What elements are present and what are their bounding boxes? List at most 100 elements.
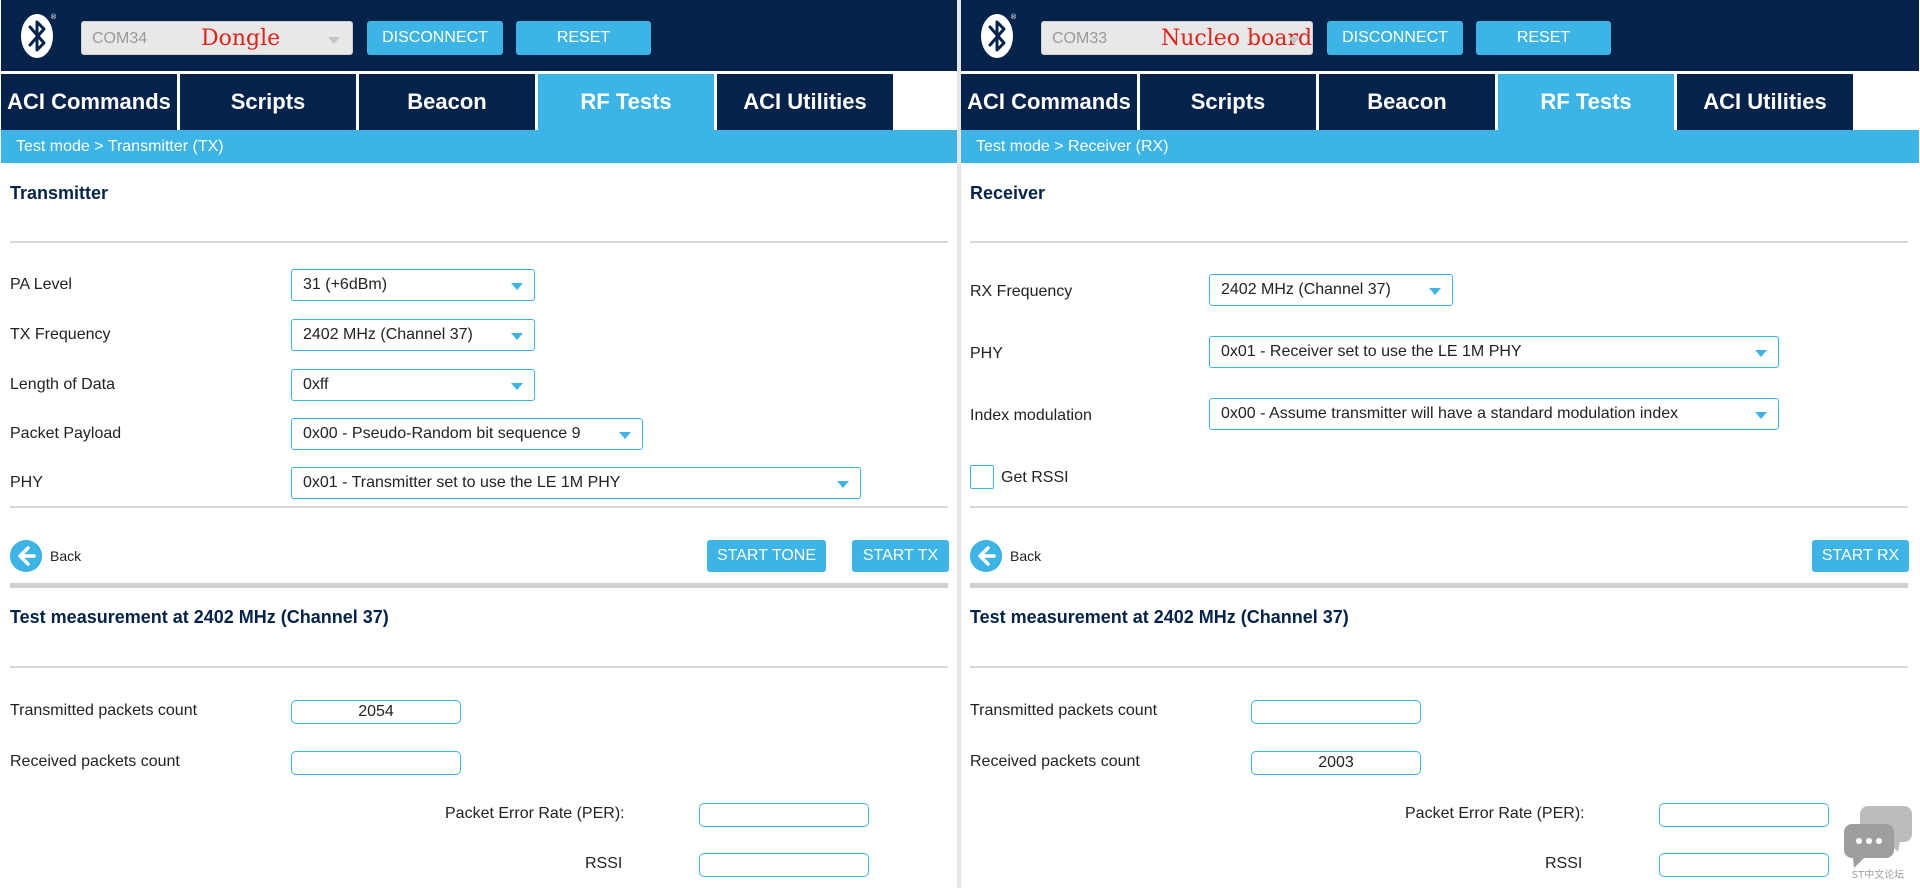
pa-level-value: 31 (+6dBm) bbox=[303, 276, 388, 293]
section-title: Transmitter bbox=[10, 183, 109, 203]
pa-level-select[interactable]: 31 (+6dBm) bbox=[291, 269, 535, 301]
index-modulation-label: Index modulation bbox=[970, 407, 1092, 424]
chevron-down-icon bbox=[1755, 412, 1767, 419]
back-label: Back bbox=[1010, 548, 1042, 564]
per-label: Packet Error Rate (PER): bbox=[1405, 805, 1585, 822]
tx-frequency-value: 2402 MHz (Channel 37) bbox=[303, 326, 473, 343]
rx-frequency-value: 2402 MHz (Channel 37) bbox=[1221, 281, 1391, 298]
header-bar: ® COM34 Dongle DISCONNECT RESET bbox=[1, 0, 957, 71]
rssi-label: RSSI bbox=[585, 855, 623, 872]
screenshot-stage: ® COM34 Dongle DISCONNECT RESET ACI Comm… bbox=[0, 0, 1920, 888]
tab-beacon[interactable]: Beacon bbox=[359, 74, 535, 130]
pa-level-label: PA Level bbox=[10, 276, 72, 293]
chevron-down-icon bbox=[619, 432, 631, 439]
com-port-value: COM33 bbox=[1052, 30, 1108, 47]
tab-rf-tests[interactable]: RF Tests bbox=[1498, 74, 1674, 130]
tab-beacon[interactable]: Beacon bbox=[1319, 74, 1495, 130]
rssi-label: RSSI bbox=[1545, 855, 1583, 872]
tab-bar: ACI Commands Scripts Beacon RF Tests ACI… bbox=[1, 71, 957, 130]
phy-label: PHY bbox=[10, 474, 43, 491]
tab-scripts[interactable]: Scripts bbox=[1140, 74, 1316, 130]
index-modulation-value: 0x00 - Assume transmitter will have a st… bbox=[1221, 405, 1679, 422]
tab-scripts[interactable]: Scripts bbox=[180, 74, 356, 130]
packet-payload-value: 0x00 - Pseudo-Random bit sequence 9 bbox=[303, 425, 581, 442]
device-tag: Dongle bbox=[201, 26, 281, 51]
tab-aci-commands[interactable]: ACI Commands bbox=[961, 74, 1137, 130]
per-field bbox=[1659, 803, 1829, 827]
divider bbox=[970, 666, 1908, 668]
svg-text:®: ® bbox=[1010, 13, 1017, 21]
disconnect-button[interactable]: DISCONNECT bbox=[1327, 21, 1463, 55]
tab-aci-utilities[interactable]: ACI Utilities bbox=[717, 74, 893, 130]
length-of-data-value: 0xff bbox=[303, 376, 329, 393]
phy-select[interactable]: 0x01 - Receiver set to use the LE 1M PHY bbox=[1209, 336, 1779, 368]
phy-select[interactable]: 0x01 - Transmitter set to use the LE 1M … bbox=[291, 467, 861, 499]
chevron-down-icon bbox=[511, 333, 523, 340]
measurement-title: Test measurement at 2402 MHz (Channel 37… bbox=[10, 607, 389, 627]
phy-value: 0x01 - Receiver set to use the LE 1M PHY bbox=[1221, 343, 1522, 360]
start-tx-button[interactable]: START TX bbox=[852, 540, 949, 572]
tx-frequency-label: TX Frequency bbox=[10, 326, 111, 343]
chevron-down-icon bbox=[328, 37, 340, 44]
tx-frequency-select[interactable]: 2402 MHz (Channel 37) bbox=[291, 319, 535, 351]
bluetooth-icon: ® bbox=[21, 13, 57, 58]
packet-payload-select[interactable]: 0x00 - Pseudo-Random bit sequence 9 bbox=[291, 418, 643, 450]
get-rssi-label: Get RSSI bbox=[1001, 469, 1069, 486]
svg-text:®: ® bbox=[50, 13, 57, 21]
forum-chat-icon: ST中文论坛 bbox=[1844, 806, 1912, 880]
tab-rf-tests[interactable]: RF Tests bbox=[538, 74, 714, 130]
reset-button[interactable]: RESET bbox=[516, 21, 651, 55]
divider bbox=[970, 506, 1908, 508]
length-of-data-select[interactable]: 0xff bbox=[291, 369, 535, 401]
chevron-down-icon bbox=[511, 383, 523, 390]
tab-aci-commands[interactable]: ACI Commands bbox=[1, 74, 177, 130]
index-modulation-select[interactable]: 0x00 - Assume transmitter will have a st… bbox=[1209, 398, 1779, 430]
length-of-data-label: Length of Data bbox=[10, 376, 115, 393]
header-bar: ® COM33 Nucleo board DISCONNECT RESET bbox=[961, 0, 1919, 71]
get-rssi-checkbox[interactable] bbox=[970, 465, 994, 489]
chevron-down-icon bbox=[1288, 37, 1300, 44]
tab-aci-utilities[interactable]: ACI Utilities bbox=[1677, 74, 1853, 130]
back-label: Back bbox=[50, 548, 82, 564]
per-label: Packet Error Rate (PER): bbox=[445, 805, 625, 822]
measurement-title: Test measurement at 2402 MHz (Channel 37… bbox=[970, 607, 1349, 627]
breadcrumb: Test mode > Receiver (RX) bbox=[961, 130, 1919, 163]
rx-frequency-select[interactable]: 2402 MHz (Channel 37) bbox=[1209, 274, 1453, 306]
rx-panel: ® COM33 Nucleo board DISCONNECT RESET AC… bbox=[961, 0, 1919, 888]
divider bbox=[970, 241, 1908, 243]
tx-count-field: 2054 bbox=[291, 700, 461, 724]
forum-watermark: ST中文论坛 bbox=[1852, 868, 1904, 880]
phy-value: 0x01 - Transmitter set to use the LE 1M … bbox=[303, 474, 621, 491]
chevron-down-icon bbox=[511, 283, 523, 290]
start-rx-button[interactable]: START RX bbox=[1812, 540, 1909, 572]
arrow-left-icon bbox=[970, 540, 1002, 572]
chevron-down-icon bbox=[1755, 350, 1767, 357]
bluetooth-icon: ® bbox=[981, 13, 1017, 58]
start-tone-button[interactable]: START TONE bbox=[707, 540, 826, 572]
tab-bar: ACI Commands Scripts Beacon RF Tests ACI… bbox=[961, 71, 1919, 130]
chevron-down-icon bbox=[837, 481, 849, 488]
tx-count-field bbox=[1251, 700, 1421, 724]
per-field bbox=[699, 803, 869, 827]
tx-count-label: Transmitted packets count bbox=[970, 702, 1158, 719]
disconnect-button[interactable]: DISCONNECT bbox=[367, 21, 503, 55]
divider bbox=[10, 506, 948, 508]
rssi-field bbox=[1659, 853, 1829, 877]
rx-frequency-label: RX Frequency bbox=[970, 283, 1073, 300]
divider bbox=[10, 241, 948, 243]
com-port-select[interactable]: COM33 Nucleo board bbox=[1041, 21, 1313, 55]
com-port-select[interactable]: COM34 Dongle bbox=[81, 21, 353, 55]
phy-label: PHY bbox=[970, 345, 1003, 362]
rx-count-label: Received packets count bbox=[10, 753, 180, 770]
reset-button[interactable]: RESET bbox=[1476, 21, 1611, 55]
rssi-field bbox=[699, 853, 869, 877]
tx-count-label: Transmitted packets count bbox=[10, 702, 198, 719]
tx-panel: ® COM34 Dongle DISCONNECT RESET ACI Comm… bbox=[1, 0, 957, 888]
divider bbox=[10, 666, 948, 668]
packet-payload-label: Packet Payload bbox=[10, 425, 122, 442]
breadcrumb: Test mode > Transmitter (TX) bbox=[1, 130, 957, 163]
section-title: Receiver bbox=[970, 183, 1046, 203]
arrow-left-icon bbox=[10, 540, 42, 572]
rx-count-field bbox=[291, 751, 461, 775]
divider bbox=[10, 583, 948, 588]
